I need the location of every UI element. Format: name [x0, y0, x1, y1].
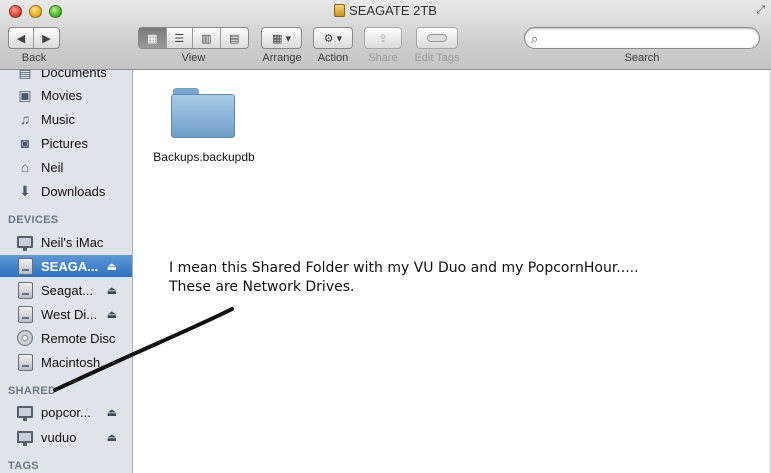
edit-tags-button[interactable] [416, 27, 458, 49]
file-browser-content: Backups.backupdb I mean this Shared Fold… [133, 70, 771, 473]
home-icon: ⌂ [20, 159, 30, 175]
sidebar-item-music[interactable]: ♫ Music [0, 108, 132, 130]
eject-icon[interactable]: ⏏ [107, 260, 117, 273]
column-view-icon[interactable]: ▥ [193, 28, 221, 48]
downloads-icon: ⬇ [19, 182, 31, 199]
share-icon: ⇪ [378, 32, 388, 45]
tags-header: TAGS [8, 460, 39, 472]
edit-tags-label: Edit Tags [414, 52, 460, 64]
pictures-icon: ◙ [20, 135, 30, 151]
share-label: Share [368, 52, 398, 64]
sidebar-item-pictures[interactable]: ◙ Pictures [0, 132, 132, 154]
search-field[interactable]: ⌕ [524, 27, 760, 49]
sidebar-item-west-digital[interactable]: West Di... ⏏ [0, 303, 132, 325]
eject-icon[interactable]: ⏏ [107, 284, 117, 297]
sidebar-item-seagate-2tb[interactable]: SEAGA... ⏏ [0, 255, 132, 277]
external-drive-icon [17, 305, 33, 323]
sidebar-item-popcornhour[interactable]: popcor... ⏏ [0, 401, 132, 423]
sidebar-item-documents[interactable]: ▤ Documents [0, 70, 132, 83]
devices-header: DEVICES [8, 214, 59, 226]
list-view-icon[interactable]: ☰ [167, 28, 194, 48]
view-label: View [181, 52, 206, 64]
coverflow-view-icon[interactable]: ▤ [221, 28, 248, 48]
eject-icon[interactable]: ⏏ [107, 406, 117, 419]
search-input[interactable] [547, 31, 747, 45]
imac-icon [17, 236, 33, 251]
window-title: SEAGATE 2TB [0, 3, 771, 18]
external-drive-icon [17, 281, 33, 299]
sidebar-item-remote-disc[interactable]: Remote Disc [0, 327, 132, 349]
sidebar-item-macintosh-hd[interactable]: Macintosh... [0, 351, 132, 373]
back-arrow-icon[interactable]: ◀ [9, 28, 35, 48]
sidebar-item-neil[interactable]: ⌂ Neil [0, 156, 132, 178]
annotation-text: I mean this Shared Folder with my VU Duo… [169, 260, 639, 295]
back-label: Back [21, 52, 47, 64]
drive-icon [334, 4, 346, 17]
tag-icon [427, 34, 447, 42]
internal-drive-icon [17, 353, 33, 371]
folder-name-backups[interactable]: Backups.backupdb [139, 150, 269, 164]
documents-icon: ▤ [18, 70, 32, 80]
arrange-button[interactable]: ▦ ▾ [261, 27, 302, 49]
sidebar-item-downloads[interactable]: ⬇ Downloads [0, 180, 132, 202]
arrange-icon: ▦ ▾ [272, 32, 291, 45]
shared-header: SHARED [8, 385, 57, 397]
disc-icon [17, 330, 33, 346]
eject-icon[interactable]: ⏏ [107, 308, 117, 321]
gear-icon: ⚙ ▾ [323, 32, 343, 45]
search-icon: ⌕ [531, 31, 539, 46]
network-computer-icon [17, 406, 33, 421]
action-label: Action [317, 52, 349, 64]
external-drive-icon [17, 257, 33, 275]
fullscreen-icon[interactable]: ⤢ [756, 4, 765, 17]
window-toolbar: SEAGATE 2TB ⤢ ◀ ▶ Back ▦ ☰ ▥ ▤ View ▦ ▾ … [0, 0, 771, 70]
sidebar-item-seagate[interactable]: Seagat... ⏏ [0, 279, 132, 301]
forward-arrow-icon[interactable]: ▶ [34, 28, 59, 48]
music-icon: ♫ [19, 111, 31, 127]
action-button[interactable]: ⚙ ▾ [313, 27, 353, 49]
search-label: Search [624, 52, 660, 64]
back-forward-control[interactable]: ◀ ▶ [8, 27, 60, 49]
icon-view-icon[interactable]: ▦ [139, 28, 167, 48]
view-mode-control[interactable]: ▦ ☰ ▥ ▤ [138, 27, 249, 49]
sidebar-item-neils-imac[interactable]: Neil's iMac [0, 231, 132, 253]
share-button[interactable]: ⇪ [364, 27, 402, 49]
sidebar-item-vuduo[interactable]: vuduo ⏏ [0, 426, 132, 448]
sidebar-item-movies[interactable]: ▣ Movies [0, 84, 132, 106]
arrange-label: Arrange [262, 52, 302, 64]
movies-icon: ▣ [18, 86, 32, 103]
network-computer-icon [17, 431, 33, 446]
sidebar: ▤ Documents ▣ Movies ♫ Music ◙ Pictures … [0, 70, 133, 473]
eject-icon[interactable]: ⏏ [107, 431, 117, 444]
folder-icon[interactable] [171, 88, 235, 138]
